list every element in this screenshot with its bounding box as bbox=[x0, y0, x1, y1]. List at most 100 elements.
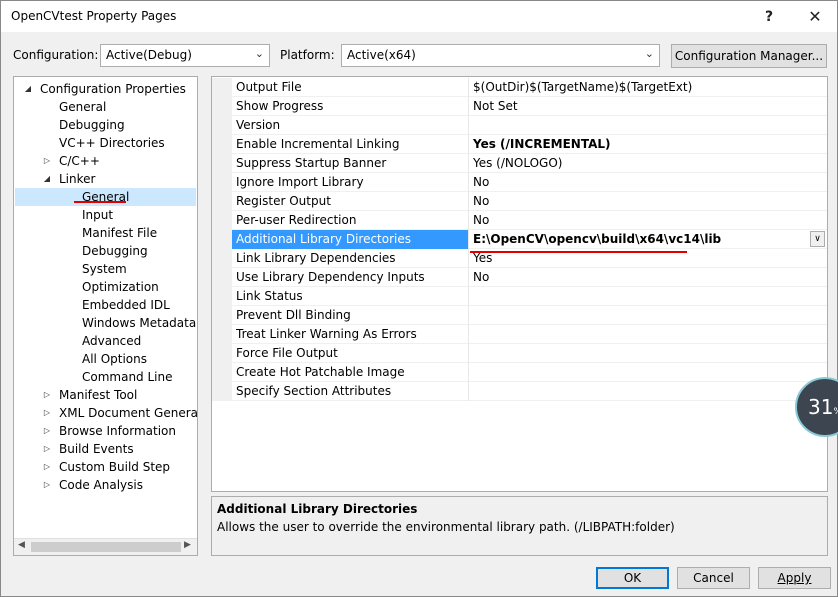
tree-item[interactable]: All Options bbox=[15, 350, 196, 368]
chevron-down-icon[interactable]: ∨ bbox=[810, 231, 825, 247]
tree-item-label: Code Analysis bbox=[59, 478, 143, 492]
tree-item[interactable]: ▷ C/C++ bbox=[15, 152, 196, 170]
property-row[interactable]: Use Library Dependency Inputs No bbox=[212, 268, 827, 287]
property-row[interactable]: Version bbox=[212, 116, 827, 135]
tree-item[interactable]: VC++ Directories bbox=[15, 134, 196, 152]
property-value[interactable]: $(OutDir)$(TargetName)$(TargetExt) bbox=[470, 78, 827, 97]
configuration-value: Active(Debug) bbox=[106, 48, 192, 62]
apply-button[interactable]: Apply bbox=[758, 567, 831, 589]
platform-label: Platform: bbox=[280, 48, 335, 62]
configuration-combo[interactable]: Active(Debug) ⌄ bbox=[100, 44, 270, 67]
tree-item[interactable]: Debugging bbox=[15, 116, 196, 134]
property-value[interactable]: Not Set bbox=[470, 97, 827, 116]
expanded-triangle-icon[interactable]: ◢ bbox=[42, 170, 52, 188]
tree-item[interactable]: Manifest File bbox=[15, 224, 196, 242]
property-row[interactable]: Specify Section Attributes bbox=[212, 382, 827, 401]
property-row[interactable]: Ignore Import Library No bbox=[212, 173, 827, 192]
property-value[interactable]: No bbox=[470, 192, 827, 211]
property-name: Ignore Import Library bbox=[232, 173, 469, 192]
help-button[interactable]: ? bbox=[747, 1, 791, 32]
property-value[interactable]: Yes (/NOLOGO) bbox=[470, 154, 827, 173]
collapsed-triangle-icon[interactable]: ▷ bbox=[42, 152, 52, 170]
collapsed-triangle-icon[interactable]: ▷ bbox=[42, 476, 52, 494]
row-gutter bbox=[212, 78, 232, 97]
property-row[interactable]: Link Status bbox=[212, 287, 827, 306]
property-row[interactable]: Create Hot Patchable Image bbox=[212, 363, 827, 382]
tree-item[interactable]: General bbox=[15, 188, 196, 206]
tree-item[interactable]: ◢ Configuration Properties bbox=[15, 80, 196, 98]
tree-item-label: XML Document Generator bbox=[59, 406, 198, 420]
tree-item[interactable]: System bbox=[15, 260, 196, 278]
property-value[interactable] bbox=[470, 306, 827, 325]
collapsed-triangle-icon[interactable]: ▷ bbox=[42, 458, 52, 476]
expanded-triangle-icon[interactable]: ◢ bbox=[23, 80, 33, 98]
tree-item-label: Linker bbox=[59, 172, 96, 186]
property-row[interactable]: Register Output No bbox=[212, 192, 827, 211]
tree-item[interactable]: Advanced bbox=[15, 332, 196, 350]
property-value[interactable] bbox=[470, 287, 827, 306]
chevron-down-icon: ⌄ bbox=[644, 47, 654, 60]
tree-item[interactable]: Embedded IDL bbox=[15, 296, 196, 314]
property-value[interactable] bbox=[470, 382, 827, 401]
close-button[interactable]: ✕ bbox=[793, 1, 837, 32]
tree-item[interactable]: Debugging bbox=[15, 242, 196, 260]
tree-item[interactable]: ▷ Manifest Tool bbox=[15, 386, 196, 404]
property-row[interactable]: Show Progress Not Set bbox=[212, 97, 827, 116]
tree-item[interactable]: General bbox=[15, 98, 196, 116]
row-gutter bbox=[212, 230, 232, 249]
description-title: Additional Library Directories bbox=[217, 502, 418, 516]
tree-horizontal-scrollbar[interactable]: ◀ ▶ bbox=[14, 538, 197, 555]
tree-item[interactable]: ▷ XML Document Generator bbox=[15, 404, 198, 422]
annotation-underline-general bbox=[74, 201, 126, 203]
cancel-button[interactable]: Cancel bbox=[677, 567, 750, 589]
property-name: Version bbox=[232, 116, 469, 135]
tree-item[interactable]: ▷ Custom Build Step bbox=[15, 458, 196, 476]
property-row[interactable]: Treat Linker Warning As Errors bbox=[212, 325, 827, 344]
property-row[interactable]: Suppress Startup Banner Yes (/NOLOGO) bbox=[212, 154, 827, 173]
property-value[interactable]: No bbox=[470, 211, 827, 230]
row-gutter bbox=[212, 97, 232, 116]
row-gutter bbox=[212, 173, 232, 192]
platform-combo[interactable]: Active(x64) ⌄ bbox=[341, 44, 660, 67]
tree-item[interactable]: ▷ Browse Information bbox=[15, 422, 196, 440]
collapsed-triangle-icon[interactable]: ▷ bbox=[42, 404, 52, 422]
property-row[interactable]: Output File $(OutDir)$(TargetName)$(Targe… bbox=[212, 78, 827, 97]
property-name: Show Progress bbox=[232, 97, 469, 116]
scroll-thumb[interactable] bbox=[31, 542, 181, 552]
chevron-down-icon: ⌄ bbox=[254, 47, 264, 60]
collapsed-triangle-icon[interactable]: ▷ bbox=[42, 386, 52, 404]
tree-item[interactable]: Input bbox=[15, 206, 196, 224]
property-value[interactable] bbox=[470, 344, 827, 363]
row-gutter bbox=[212, 287, 232, 306]
tree-item[interactable]: ◢ Linker bbox=[15, 170, 196, 188]
property-name: Suppress Startup Banner bbox=[232, 154, 469, 173]
property-row[interactable]: Prevent Dll Binding bbox=[212, 306, 827, 325]
configuration-manager-button[interactable]: Configuration Manager... bbox=[671, 44, 827, 68]
property-row[interactable]: Additional Library Directories E:\OpenCV\… bbox=[212, 230, 827, 249]
property-name: Prevent Dll Binding bbox=[232, 306, 469, 325]
property-row[interactable]: Force File Output bbox=[212, 344, 827, 363]
collapsed-triangle-icon[interactable]: ▷ bbox=[42, 422, 52, 440]
tree-item[interactable]: Command Line bbox=[15, 368, 196, 386]
ok-button[interactable]: OK bbox=[596, 567, 669, 589]
tree-item[interactable]: Windows Metadata bbox=[15, 314, 196, 332]
tree-item-label: Configuration Properties bbox=[40, 82, 186, 96]
property-value[interactable]: No bbox=[470, 268, 827, 287]
property-value[interactable] bbox=[470, 363, 827, 382]
property-value[interactable]: No bbox=[470, 173, 827, 192]
scroll-right-icon[interactable]: ▶ bbox=[184, 540, 191, 550]
tree-item[interactable]: Optimization bbox=[15, 278, 196, 296]
tree-item[interactable]: ▷ Build Events bbox=[15, 440, 196, 458]
property-value[interactable]: Yes (/INCREMENTAL) bbox=[470, 135, 827, 154]
property-value[interactable] bbox=[470, 325, 827, 344]
scroll-left-icon[interactable]: ◀ bbox=[18, 540, 25, 550]
property-value[interactable] bbox=[470, 116, 827, 135]
tree-item[interactable]: ▷ Code Analysis bbox=[15, 476, 196, 494]
property-value[interactable]: E:\OpenCV\opencv\build\x64\vc14\lib bbox=[470, 230, 827, 249]
row-gutter bbox=[212, 116, 232, 135]
property-row[interactable]: Per-user Redirection No bbox=[212, 211, 827, 230]
property-tree: ▷ Code Analysis ▷ Custom Build Step ▷ Build E… bbox=[13, 76, 198, 556]
collapsed-triangle-icon[interactable]: ▷ bbox=[42, 440, 52, 458]
property-name: Per-user Redirection bbox=[232, 211, 469, 230]
property-row[interactable]: Enable Incremental Linking Yes (/INCREMEN… bbox=[212, 135, 827, 154]
